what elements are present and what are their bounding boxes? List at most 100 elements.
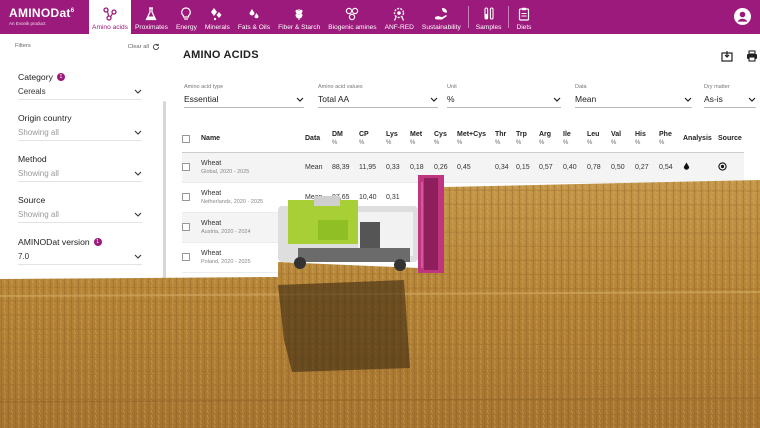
filter-source[interactable]: Source Showing all xyxy=(18,195,142,223)
cell-phe: 0,54 xyxy=(659,152,683,183)
col-header-trp[interactable]: Trp% xyxy=(516,126,539,153)
table-row[interactable]: Wheat Austria, 2020 - 2024 xyxy=(182,212,744,243)
select-all-checkbox[interactable] xyxy=(182,134,190,143)
sidebar-scrollbar[interactable] xyxy=(163,101,166,311)
col-header-lys[interactable]: Lys% xyxy=(386,126,410,153)
clear-all-button[interactable]: Clear all xyxy=(128,43,160,51)
tab-energy[interactable]: Energy xyxy=(172,0,201,34)
chevron-down-icon xyxy=(134,254,142,259)
amino-acid-type-select[interactable]: Amino acid type Essential xyxy=(184,84,304,108)
col-header-data[interactable]: Data xyxy=(305,126,332,153)
export-icon xyxy=(721,51,733,62)
tab-sustainability[interactable]: Sustainability xyxy=(418,0,465,34)
brand-logo[interactable]: AMINODat6 An Evonik product xyxy=(0,0,88,34)
col-header-source[interactable]: Source xyxy=(718,126,744,153)
table-row[interactable]: Wheat Netherlands, 2020 - 2025 Mean 87,65… xyxy=(182,182,744,213)
user-avatar-icon[interactable] xyxy=(734,8,751,30)
chevron-down-icon xyxy=(296,97,304,102)
dry-matter-select[interactable]: Dry matter As-is xyxy=(704,84,756,108)
col-header-ile[interactable]: Ile% xyxy=(563,126,587,153)
filter-label: Origin country xyxy=(18,113,72,123)
table-row[interactable]: Wheat Poland, 2020 - 2025 xyxy=(182,242,744,273)
brand-subtitle: An Evonik product xyxy=(9,21,46,26)
cell-met-cys: 0,45 xyxy=(457,152,495,183)
drop-icon[interactable] xyxy=(683,162,690,171)
col-header-val[interactable]: Val% xyxy=(611,126,635,153)
table-header-row: Name Data DM% CP% Lys% Met% Cys% Met+Cys… xyxy=(182,126,744,153)
brand-name: AMINODat6 xyxy=(9,6,75,20)
col-header-leu[interactable]: Leu% xyxy=(587,126,611,153)
test-tubes-icon xyxy=(483,6,495,22)
print-button[interactable] xyxy=(746,49,758,67)
tab-anf-red[interactable]: ANF-RED xyxy=(381,0,418,34)
clear-all-label: Clear all xyxy=(127,44,149,50)
filter-value: Cereals xyxy=(18,87,46,96)
tab-biogenic-amines[interactable]: Biogenic amines xyxy=(324,0,380,34)
cell-leu: 0,78 xyxy=(587,152,611,183)
row-name: Wheat Austria, 2020 - 2024 xyxy=(201,212,305,243)
tab-label: Proximates xyxy=(135,24,168,31)
col-header-arg[interactable]: Arg% xyxy=(539,126,563,153)
select-value: Essential xyxy=(184,94,219,104)
filter-method[interactable]: Method Showing all xyxy=(18,154,142,182)
cell-met: 0,18 xyxy=(410,152,434,183)
cell-lys: 0,31 xyxy=(386,182,410,213)
row-data: Mean xyxy=(305,182,332,213)
molecule-icon xyxy=(103,6,117,22)
lightbulb-icon xyxy=(180,6,192,22)
gear-badge-icon xyxy=(392,6,406,22)
filter-category[interactable]: Category 1 Cereals xyxy=(18,72,142,100)
unit-select[interactable]: Unit % xyxy=(447,84,561,108)
filters-title: Filters xyxy=(15,43,31,49)
amino-acid-values-select[interactable]: Amino acid values Total AA xyxy=(318,84,438,108)
row-checkbox[interactable] xyxy=(182,223,190,231)
chevron-down-icon xyxy=(134,212,142,217)
tab-proximates[interactable]: Proximates xyxy=(131,0,172,34)
filter-label: Method xyxy=(18,154,47,164)
table-row[interactable]: Wheat Global, 2020 - 2025 Mean 88,39 11,9… xyxy=(182,152,744,183)
col-header-cp[interactable]: CP% xyxy=(359,126,386,153)
chevron-down-icon xyxy=(430,97,438,102)
cell-cp: 10,40 xyxy=(359,182,386,213)
cell-dm: 87,65 xyxy=(332,182,359,213)
nav-divider xyxy=(467,6,469,28)
col-header-name[interactable]: Name xyxy=(201,126,305,153)
tab-label: Minerals xyxy=(204,24,230,31)
cell-his: 0,27 xyxy=(635,152,659,183)
tab-fats-oils[interactable]: Fats & Oils xyxy=(234,0,274,34)
filters-sidebar: Filters Clear all Category 1 Cereals Orig… xyxy=(0,34,170,428)
export-button[interactable] xyxy=(721,49,733,67)
row-checkbox[interactable] xyxy=(182,193,190,201)
hand-leaf-icon xyxy=(434,6,448,22)
col-header-met-cys[interactable]: Met+Cys% xyxy=(457,126,495,153)
col-header-thr[interactable]: Thr% xyxy=(495,126,516,153)
tab-label: Energy xyxy=(175,24,197,31)
cell-dm: 88,39 xyxy=(332,152,359,183)
tab-label: Sustainability xyxy=(421,24,461,31)
source-target-icon[interactable] xyxy=(718,161,727,171)
data-select[interactable]: Data Mean xyxy=(575,84,692,108)
filter-label: AMINODat version xyxy=(18,237,90,247)
tab-label: Fats & Oils xyxy=(237,24,271,31)
col-header-analysis[interactable]: Analysis xyxy=(683,126,718,153)
col-header-phe[interactable]: Phe% xyxy=(659,126,683,153)
filter-aminodat-version[interactable]: AMINODat version 1 7.0 xyxy=(18,237,142,265)
flask-icon xyxy=(145,6,158,22)
tab-samples[interactable]: Samples xyxy=(472,0,506,34)
tab-label: Biogenic amines xyxy=(328,24,377,31)
tab-label: Diets xyxy=(516,24,532,31)
col-header-cys[interactable]: Cys% xyxy=(434,126,457,153)
chevron-down-icon xyxy=(684,97,692,102)
col-header-dm[interactable]: DM% xyxy=(332,126,359,153)
filter-origin-country[interactable]: Origin country Showing all xyxy=(18,113,142,141)
row-checkbox[interactable] xyxy=(182,163,190,171)
tab-fiber-starch[interactable]: Fiber & Starch xyxy=(274,0,324,34)
row-data: Mean xyxy=(305,152,332,183)
tab-minerals[interactable]: Minerals xyxy=(201,0,234,34)
col-header-his[interactable]: His% xyxy=(635,126,659,153)
row-checkbox[interactable] xyxy=(182,253,190,261)
tab-amino-acids[interactable]: Amino acids xyxy=(89,0,131,34)
col-header-met[interactable]: Met% xyxy=(410,126,434,153)
tab-diets[interactable]: Diets xyxy=(512,0,535,34)
wheat-icon xyxy=(293,6,305,22)
